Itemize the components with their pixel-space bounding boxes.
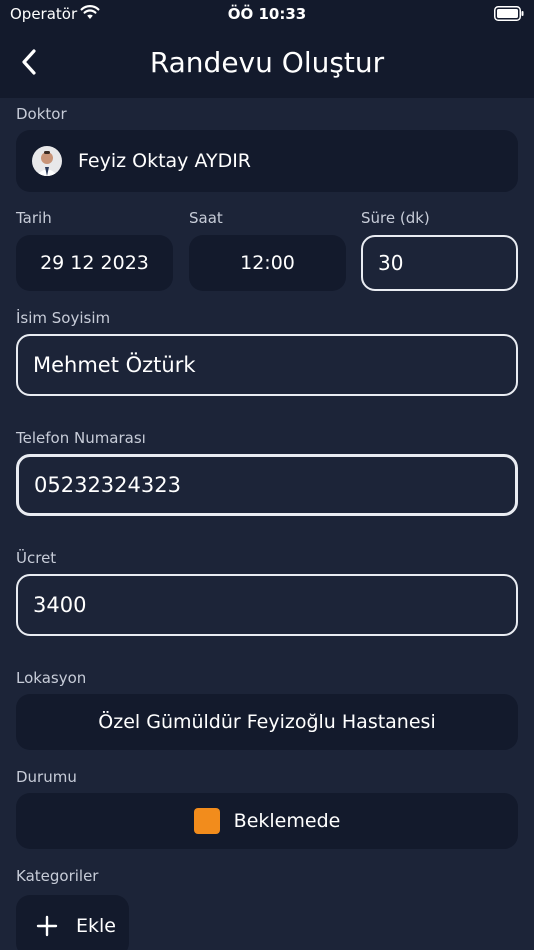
fee-label: Ücret — [16, 549, 57, 567]
plus-icon — [36, 915, 58, 937]
date-value: 29 12 2023 — [40, 252, 149, 274]
status-time: ÖÖ 10:33 — [227, 5, 307, 23]
add-category-button[interactable]: Ekle — [16, 895, 129, 950]
duration-value: 30 — [378, 251, 404, 275]
fee-value: 3400 — [33, 593, 87, 617]
phone-input[interactable]: 05232324323 — [16, 454, 518, 516]
date-picker[interactable]: 29 12 2023 — [16, 235, 173, 291]
full-name-label: İsim Soyisim — [16, 309, 111, 327]
full-name-value: Mehmet Öztürk — [33, 353, 196, 377]
doctor-avatar — [32, 146, 62, 176]
status-bar: Operatör ÖÖ 10:33 — [0, 0, 534, 28]
categories-label: Kategoriler — [16, 867, 99, 885]
time-label: Saat — [189, 209, 223, 227]
location-selector[interactable]: Özel Gümüldür Feyizoğlu Hastanesi — [16, 694, 518, 750]
location-value: Özel Gümüldür Feyizoğlu Hastanesi — [98, 711, 436, 733]
doctor-name: Feyiz Oktay AYDIR — [78, 150, 252, 172]
status-value: Beklemede — [233, 810, 341, 832]
navigation-bar: Randevu Oluştur — [0, 30, 534, 98]
doctor-label: Doktor — [16, 105, 67, 123]
status-label: Durumu — [16, 768, 77, 786]
appointment-screen: Operatör ÖÖ 10:33 Randevu Oluştur Doktor… — [0, 0, 534, 950]
full-name-input[interactable]: Mehmet Öztürk — [16, 334, 518, 396]
page-title: Randevu Oluştur — [149, 46, 385, 79]
add-category-label: Ekle — [76, 915, 116, 937]
fee-input[interactable]: 3400 — [16, 574, 518, 636]
doctor-selector[interactable]: Feyiz Oktay AYDIR — [16, 130, 518, 192]
time-picker[interactable]: 12:00 — [189, 235, 346, 291]
header: Operatör ÖÖ 10:33 Randevu Oluştur — [0, 0, 534, 98]
time-value: 12:00 — [240, 252, 295, 274]
battery-icon — [494, 6, 524, 21]
duration-label: Süre (dk) — [361, 209, 430, 227]
phone-value: 05232324323 — [34, 473, 181, 497]
status-color-indicator — [193, 808, 220, 834]
phone-label: Telefon Numarası — [16, 429, 146, 447]
status-selector[interactable]: Beklemede — [16, 793, 518, 849]
doctor-avatar-image — [32, 146, 62, 176]
date-label: Tarih — [16, 209, 52, 227]
location-label: Lokasyon — [16, 669, 87, 687]
duration-input[interactable]: 30 — [361, 235, 518, 291]
